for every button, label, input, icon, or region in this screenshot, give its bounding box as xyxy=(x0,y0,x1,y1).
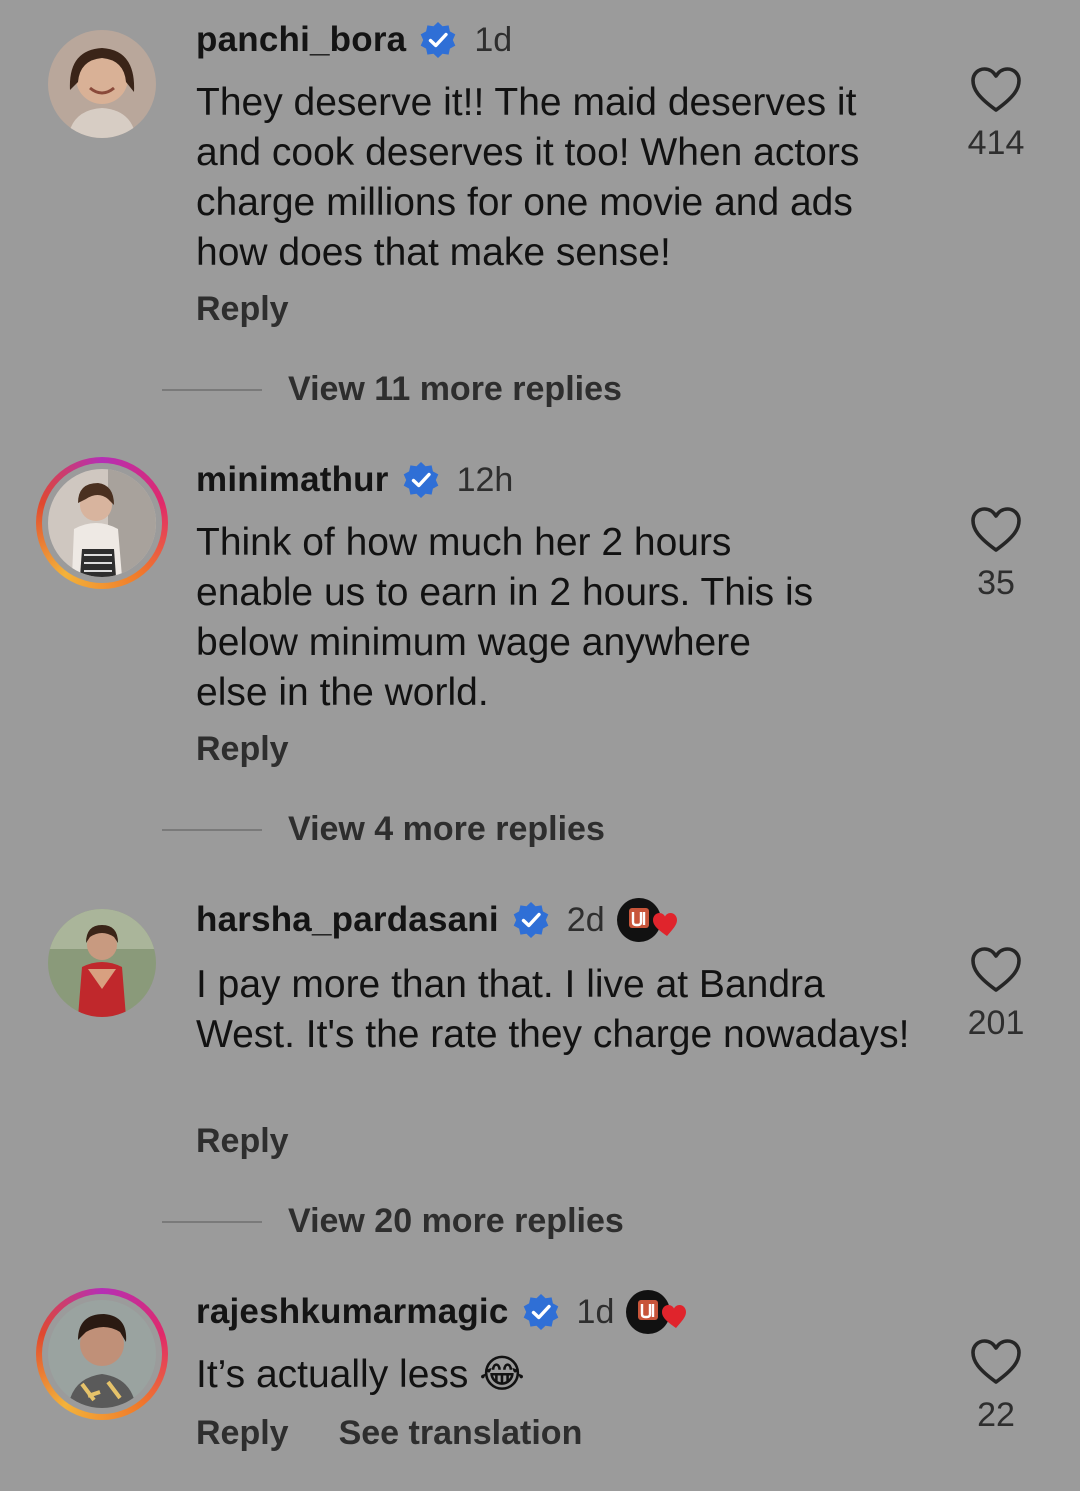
view-replies-label: View 20 more replies xyxy=(288,1202,624,1240)
username[interactable]: rajeshkumarmagic xyxy=(196,1292,509,1332)
reply-button[interactable]: Reply xyxy=(196,1414,289,1453)
view-replies-button[interactable]: View 4 more replies xyxy=(162,810,605,849)
like-count: 201 xyxy=(967,1004,1025,1042)
comment-header: harsha_pardasani 2d xyxy=(196,898,681,942)
timestamp: 2d xyxy=(566,900,605,939)
comment-text: Think of how much her 2 hours enable us … xyxy=(196,521,814,714)
comment-header: rajeshkumarmagic 1d xyxy=(196,1290,690,1334)
divider xyxy=(162,828,262,831)
avatar[interactable] xyxy=(36,1288,168,1420)
username[interactable]: panchi_bora xyxy=(196,20,406,60)
view-replies-label: View 4 more replies xyxy=(288,810,605,848)
comment-actions: Reply xyxy=(196,290,289,329)
like-count: 35 xyxy=(977,564,1015,602)
comment-actions: Reply xyxy=(196,730,289,769)
timestamp: 12h xyxy=(456,460,514,499)
creator-badge-icon[interactable] xyxy=(626,1288,690,1336)
comment-text: They deserve it!! The maid deserves it a… xyxy=(196,81,860,274)
comment-actions: Reply See translation xyxy=(196,1414,582,1453)
view-replies-button[interactable]: View 20 more replies xyxy=(162,1202,624,1241)
timestamp: 1d xyxy=(576,1292,615,1331)
timestamp: 1d xyxy=(474,20,513,59)
avatar[interactable] xyxy=(48,909,156,1017)
verified-badge-icon xyxy=(511,900,551,940)
reply-button[interactable]: Reply xyxy=(196,290,289,329)
username[interactable]: minimathur xyxy=(196,460,389,500)
like-control: 35 xyxy=(960,506,1032,603)
see-translation-button[interactable]: See translation xyxy=(339,1414,583,1453)
verified-badge-icon xyxy=(401,460,441,500)
comment-header: minimathur 12h xyxy=(196,458,513,502)
avatar[interactable] xyxy=(48,30,156,138)
verified-badge-icon xyxy=(418,20,458,60)
creator-badge-icon[interactable] xyxy=(616,896,681,944)
heart-icon[interactable] xyxy=(970,66,1022,114)
like-control: 22 xyxy=(960,1338,1032,1435)
heart-icon[interactable] xyxy=(970,946,1022,994)
comment-actions: Reply xyxy=(196,1122,289,1161)
comment-header: panchi_bora 1d xyxy=(196,18,512,62)
reply-button[interactable]: Reply xyxy=(196,730,289,769)
like-control: 414 xyxy=(960,66,1032,163)
avatar[interactable] xyxy=(36,457,168,589)
divider xyxy=(162,1220,262,1223)
heart-icon[interactable] xyxy=(970,506,1022,554)
like-count: 414 xyxy=(967,124,1025,162)
username[interactable]: harsha_pardasani xyxy=(196,900,499,940)
verified-badge-icon xyxy=(521,1292,561,1332)
comment-text: It’s actually less 😂 xyxy=(196,1353,525,1396)
view-replies-button[interactable]: View 11 more replies xyxy=(162,370,622,409)
heart-icon[interactable] xyxy=(970,1338,1022,1386)
comment-text: I pay more than that. I live at Bandra W… xyxy=(196,963,910,1056)
divider xyxy=(162,388,262,391)
view-replies-label: View 11 more replies xyxy=(288,370,622,408)
like-control: 201 xyxy=(960,946,1032,1043)
reply-button[interactable]: Reply xyxy=(196,1122,289,1161)
like-count: 22 xyxy=(977,1396,1015,1434)
